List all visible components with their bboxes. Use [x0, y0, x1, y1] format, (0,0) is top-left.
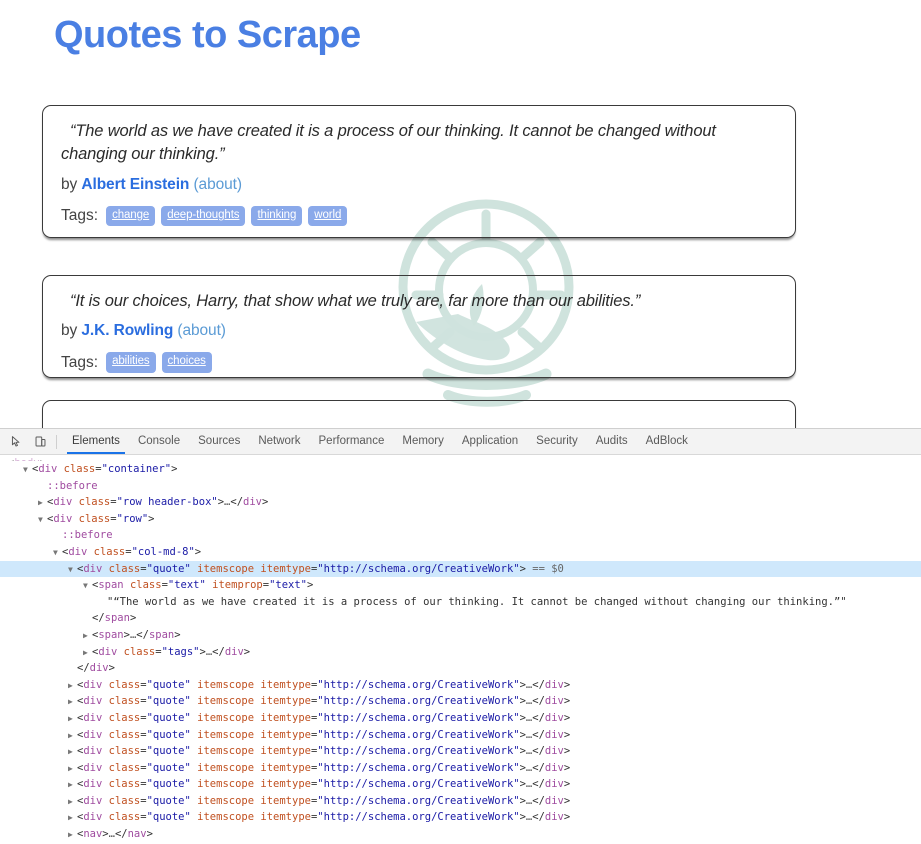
dom-node[interactable]: ▶ <div class="quote" itemscope itemtype="…: [0, 727, 921, 744]
disclosure-triangle-icon[interactable]: ▼: [23, 462, 32, 479]
author-about-link[interactable]: (about): [194, 176, 243, 193]
dom-node[interactable]: ▼ <div class="col-md-8">: [0, 544, 921, 561]
dom-node[interactable]: ▶ <div class="tags">…</div>: [0, 644, 921, 661]
devtools-toolbar: Elements Console Sources Network Perform…: [0, 429, 921, 455]
dom-node[interactable]: ▶ <div class="quote" itemscope itemtype="…: [0, 743, 921, 760]
disclosure-triangle-icon[interactable]: ▶: [68, 777, 77, 794]
disclosure-triangle-icon[interactable]: ▶: [68, 810, 77, 827]
quote-tags: Tags: change deep-thoughts thinking worl…: [61, 205, 775, 227]
quote-author: J.K. Rowling: [81, 322, 174, 340]
dom-node[interactable]: ▶ <div class="quote" itemscope itemtype="…: [0, 693, 921, 710]
disclosure-triangle-icon[interactable]: [83, 611, 92, 628]
dom-node[interactable]: ::before: [0, 527, 921, 544]
dom-node[interactable]: ▶ <nav>…</nav>: [0, 826, 921, 843]
author-about-link[interactable]: (about): [177, 322, 226, 339]
quote-author: Albert Einstein: [81, 175, 190, 193]
tab-elements[interactable]: Elements: [63, 429, 129, 454]
tab-memory[interactable]: Memory: [393, 429, 453, 454]
tag-link[interactable]: thinking: [251, 205, 303, 227]
dom-node[interactable]: ::before: [0, 478, 921, 495]
disclosure-triangle-icon[interactable]: ▶: [38, 495, 47, 512]
disclosure-triangle-icon[interactable]: ▼: [83, 578, 92, 595]
dom-node[interactable]: ▼ <div class="row">: [0, 511, 921, 528]
disclosure-triangle-icon[interactable]: ▶: [68, 694, 77, 711]
quote-tags: Tags: abilities choices: [61, 352, 775, 373]
by-label: by: [61, 175, 78, 193]
dom-node[interactable]: ▼ <span class="text" itemprop="text">: [0, 577, 921, 594]
dom-node[interactable]: ▶ <div class="quote" itemscope itemtype="…: [0, 793, 921, 810]
quote-card: “The world as we have created it is a pr…: [42, 105, 796, 238]
dom-node[interactable]: "“The world as we have created it is a p…: [0, 594, 921, 611]
quote-text: “The world as we have created it is a pr…: [61, 122, 716, 164]
disclosure-triangle-icon[interactable]: [98, 595, 107, 612]
quote-byline: by J.K. Rowling (about): [61, 322, 775, 340]
dom-node[interactable]: ▶ <div class="quote" itemscope itemtype="…: [0, 776, 921, 793]
dom-node[interactable]: ▶ <div class="row header-box">…</div>: [0, 494, 921, 511]
tag-link[interactable]: deep-thoughts: [161, 205, 246, 227]
dom-node[interactable]: ▶ <div class="quote" itemscope itemtype="…: [0, 710, 921, 727]
dom-node-list: ▼ <div class="container"> ::before ▶ <div c…: [0, 461, 921, 843]
device-toolbar-icon[interactable]: [28, 431, 52, 453]
dom-node-clipped-top: <body>: [0, 455, 921, 461]
tab-security[interactable]: Security: [527, 429, 587, 454]
quote-card: “It is our choices, Harry, that show wha…: [42, 275, 796, 378]
dom-tree[interactable]: <body> ▼<div class="container"> ::before…: [0, 455, 921, 844]
tab-adblock[interactable]: AdBlock: [637, 429, 697, 454]
tag-link[interactable]: abilities: [106, 352, 156, 373]
dom-node[interactable]: </span>: [0, 610, 921, 627]
dom-node[interactable]: ▶ <span>…</span>: [0, 627, 921, 644]
disclosure-triangle-icon[interactable]: ▶: [83, 628, 92, 645]
tags-label: Tags:: [61, 353, 99, 371]
dom-node-selected[interactable]: ▼ <div class="quote" itemscope itemtype="…: [0, 560, 921, 579]
toolbar-divider: [56, 434, 57, 449]
disclosure-triangle-icon[interactable]: ▼: [68, 562, 77, 579]
disclosure-triangle-icon[interactable]: [38, 479, 47, 496]
tab-sources[interactable]: Sources: [189, 429, 249, 454]
dom-node[interactable]: ▼ <div class="container">: [0, 461, 921, 478]
tab-application[interactable]: Application: [453, 429, 527, 454]
quote-byline: by Albert Einstein (about): [61, 176, 775, 194]
disclosure-triangle-icon[interactable]: ▶: [68, 728, 77, 745]
disclosure-triangle-icon[interactable]: ▼: [38, 512, 47, 529]
tag-link[interactable]: world: [308, 205, 348, 227]
tag-link[interactable]: choices: [161, 352, 212, 373]
quote-text: “It is our choices, Harry, that show wha…: [70, 292, 641, 310]
dom-node[interactable]: ▶ <div class="quote" itemscope itemtype="…: [0, 760, 921, 777]
disclosure-triangle-icon[interactable]: ▶: [68, 711, 77, 728]
disclosure-triangle-icon[interactable]: ▶: [83, 645, 92, 662]
disclosure-triangle-icon[interactable]: [53, 528, 62, 545]
page-title: Quotes to Scrape: [54, 14, 361, 56]
disclosure-triangle-icon[interactable]: [68, 661, 77, 678]
dom-node[interactable]: ▶ <div class="quote" itemscope itemtype="…: [0, 677, 921, 694]
devtools-panel: Elements Console Sources Network Perform…: [0, 428, 921, 844]
tab-audits[interactable]: Audits: [587, 429, 637, 454]
browser-page-viewport: Quotes to Scrape “The world as we have c…: [0, 0, 921, 428]
disclosure-triangle-icon[interactable]: ▶: [68, 678, 77, 695]
tab-console[interactable]: Console: [129, 429, 189, 454]
tab-network[interactable]: Network: [249, 429, 309, 454]
tags-label: Tags:: [61, 207, 99, 225]
disclosure-triangle-icon[interactable]: ▶: [68, 794, 77, 811]
disclosure-triangle-icon[interactable]: ▶: [68, 744, 77, 761]
disclosure-triangle-icon[interactable]: ▼: [53, 545, 62, 562]
by-label: by: [61, 322, 78, 340]
tag-link[interactable]: change: [106, 205, 156, 227]
disclosure-triangle-icon[interactable]: ▶: [68, 827, 77, 844]
dom-node[interactable]: ▶ <div class="quote" itemscope itemtype="…: [0, 809, 921, 826]
inspect-element-icon[interactable]: [4, 431, 28, 453]
dom-node[interactable]: </div>: [0, 660, 921, 677]
tab-performance[interactable]: Performance: [310, 429, 394, 454]
disclosure-triangle-icon[interactable]: ▶: [68, 761, 77, 778]
quote-card-clipped: [42, 400, 796, 428]
